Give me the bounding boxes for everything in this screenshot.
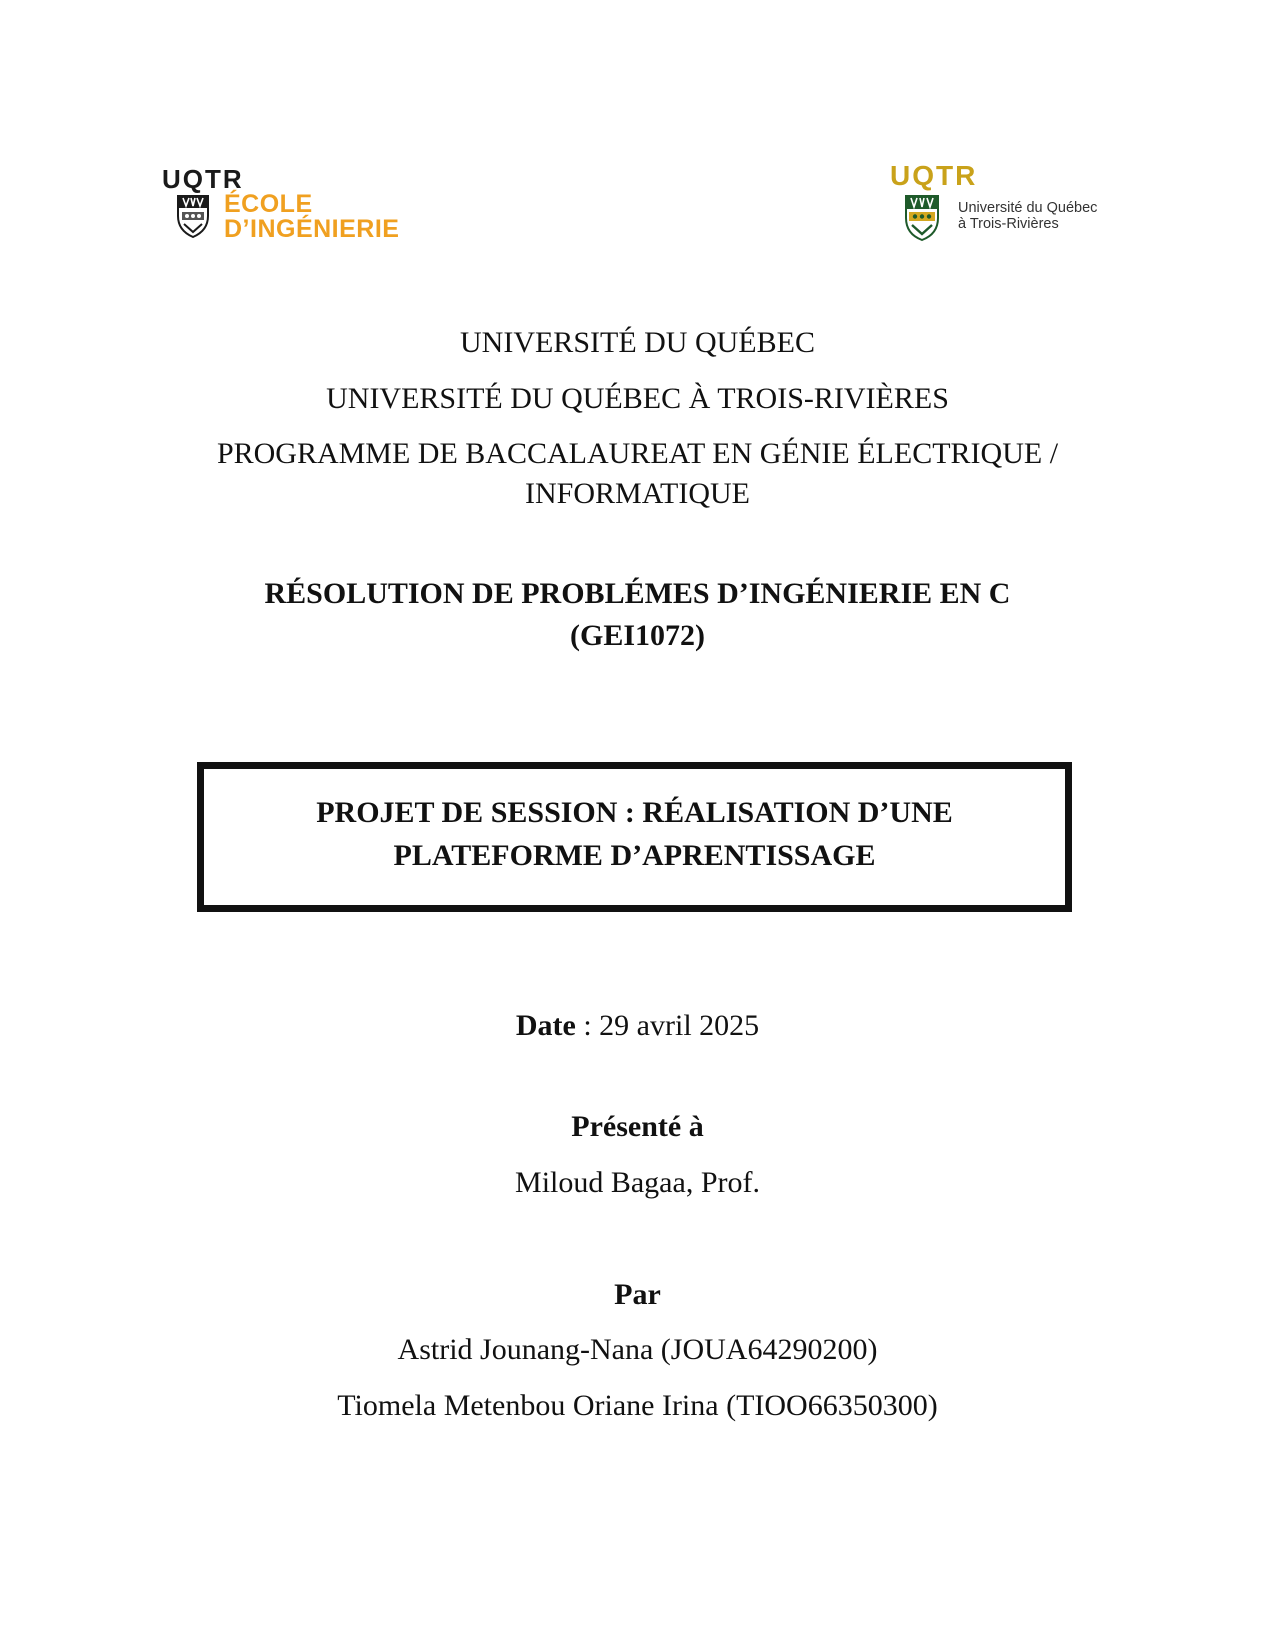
date-label: Date xyxy=(515,1009,576,1042)
project-title-line-2: PLATEFORME D’APRENTISSAGE xyxy=(393,839,876,872)
author-1: Astrid Jounang-Nana (JOUA64290200) xyxy=(397,1333,878,1366)
program-line-2: INFORMATIQUE xyxy=(525,477,750,510)
shield-icon xyxy=(905,195,939,242)
professor-name: Miloud Bagaa, Prof. xyxy=(515,1166,760,1199)
ingenierie-line: D’INGÉNIERIE xyxy=(224,215,400,243)
project-title-box: PROJET DE SESSION : RÉALISATION D’UNE PL… xyxy=(197,762,1072,912)
authors-label: Par xyxy=(614,1278,661,1311)
date-separator: : xyxy=(575,1009,600,1042)
ecole-ingenierie-logo: UQTR ÉCOLE D’INGÉNIERIE xyxy=(162,166,432,246)
shield-icon xyxy=(177,195,209,238)
author-2: Tiomela Metenbou Oriane Irina (TIOO66350… xyxy=(337,1389,938,1422)
uqtr-wordmark: UQTR xyxy=(162,164,244,194)
ecole-ingenierie-text: ÉCOLE D’INGÉNIERIE xyxy=(224,192,399,242)
course-title-line-1: RÉSOLUTION DE PROBLÉMES D’INGÉNIERIE EN … xyxy=(264,577,1011,610)
uqtr-university-name: Université du Québec à Trois-Rivières xyxy=(958,200,1097,232)
date-line: Date : 29 avril 2025 xyxy=(0,1006,1275,1046)
course-code: (GEI1072) xyxy=(570,619,705,652)
uqtr-logo: UQTR Université du Québec à Trois-Rivièr… xyxy=(890,162,1130,252)
university-name: UNIVERSITÉ DU QUÉBEC xyxy=(460,326,815,359)
uqtr-wordmark: UQTR xyxy=(890,160,978,191)
ecole-line: ÉCOLE xyxy=(224,190,313,218)
date-value: 29 avril 2025 xyxy=(599,1009,760,1042)
presented-to-label: Présenté à xyxy=(571,1110,704,1143)
project-title-line-1: PROJET DE SESSION : RÉALISATION D’UNE xyxy=(316,796,953,829)
uqtr-sub-line2: à Trois-Rivières xyxy=(958,216,1059,232)
program-line-1: PROGRAMME DE BACCALAUREAT EN GÉNIE ÉLECT… xyxy=(216,437,1059,470)
campus-name: UNIVERSITÉ DU QUÉBEC À TROIS-RIVIÈRES xyxy=(326,382,949,415)
uqtr-sub-line1: Université du Québec xyxy=(958,200,1098,216)
